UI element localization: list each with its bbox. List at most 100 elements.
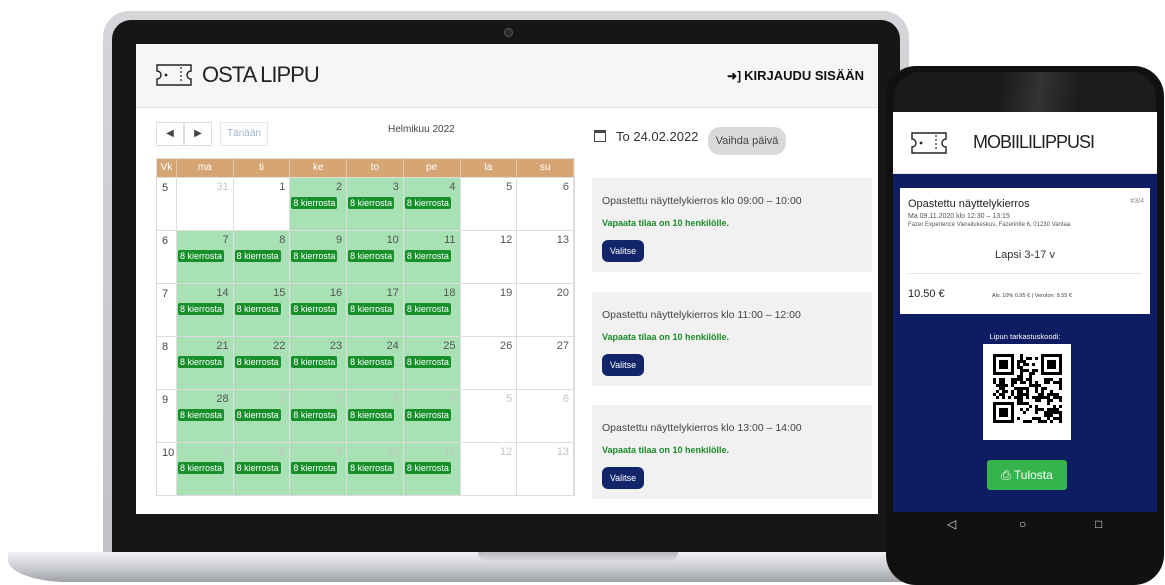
tour-count-badge[interactable]: 8 kierrosta (177, 409, 224, 421)
calendar-day[interactable]: 8 8 kierrosta (233, 231, 291, 283)
day-number: 26 (500, 340, 513, 352)
calendar-day[interactable]: 22 8 kierrosta (233, 337, 291, 389)
tour-count-badge[interactable]: 8 kierrosta (348, 197, 395, 209)
day-number: 10 (386, 234, 399, 246)
calendar-day: 27 (517, 337, 574, 389)
calendar-day[interactable]: 24 8 kierrosta (347, 337, 404, 389)
timeslot-availability: Vapaata tilaa on 10 henkilölle. (602, 218, 730, 228)
select-timeslot-button[interactable]: Valitse (602, 240, 644, 262)
day-number: 7 (222, 234, 229, 246)
calendar-day[interactable]: 23 8 kierrosta (290, 337, 348, 389)
tour-count-badge[interactable]: 8 kierrosta (404, 303, 451, 315)
ticket-card: Opastettu näyttelykierros #3/4 Ma 09.11.… (900, 188, 1150, 314)
tour-count-badge[interactable]: 8 kierrosta (234, 356, 281, 368)
tour-count-badge[interactable]: 8 kierrosta (404, 250, 451, 262)
calendar-day[interactable]: 2 8 kierrosta (290, 390, 348, 442)
tour-count-badge[interactable]: 8 kierrosta (234, 303, 281, 315)
printer-icon: ⎙ (1001, 468, 1011, 482)
print-button[interactable]: ⎙ Tulosta (987, 460, 1067, 490)
android-nav-bar: ◁ ○ □ (893, 512, 1157, 536)
tour-count-badge[interactable]: 8 kierrosta (291, 303, 338, 315)
tour-count-badge[interactable]: 8 kierrosta (234, 250, 281, 262)
calendar-day[interactable]: 3 8 kierrosta (347, 390, 404, 442)
week-number: 5 (157, 178, 177, 230)
tour-count-badge[interactable]: 8 kierrosta (234, 462, 281, 474)
day-number: 12 (500, 234, 513, 246)
tour-count-badge[interactable]: 8 kierrosta (291, 462, 338, 474)
calendar-icon (594, 130, 606, 142)
calendar-day[interactable]: 4 8 kierrosta (403, 390, 461, 442)
calendar-day[interactable]: 4 8 kierrosta (403, 178, 461, 230)
calendar-column-header: la (461, 159, 518, 177)
day-number: 23 (329, 340, 343, 352)
today-button[interactable]: Tänään (220, 122, 268, 146)
calendar-day[interactable]: 11 8 kierrosta (403, 231, 461, 283)
tour-count-badge[interactable]: 8 kierrosta (291, 197, 338, 209)
tour-count-badge[interactable]: 8 kierrosta (291, 356, 338, 368)
calendar-day[interactable]: 7 8 kierrosta (176, 443, 234, 495)
calendar-day[interactable]: 14 8 kierrosta (176, 284, 234, 336)
day-number: 12 (500, 446, 513, 458)
day-number: 17 (386, 287, 399, 299)
mobile-header: MOBIILILIPPUSI (893, 112, 1157, 174)
tour-count-badge[interactable]: 8 kierrosta (348, 250, 395, 262)
calendar-day[interactable]: 9 8 kierrosta (290, 443, 348, 495)
ticket-number: #3/4 (1130, 198, 1144, 205)
calendar-day[interactable]: 9 8 kierrosta (290, 231, 348, 283)
tour-count-badge[interactable]: 8 kierrosta (177, 303, 224, 315)
calendar-week-row: 10 7 8 kierrosta 8 8 kierrosta 9 8 kierrosta 10… (157, 442, 574, 495)
calendar-day[interactable]: 25 8 kierrosta (403, 337, 461, 389)
calendar-day[interactable]: 7 8 kierrosta (176, 231, 234, 283)
calendar-day[interactable]: 1 8 kierrosta (233, 390, 291, 442)
calendar-day[interactable]: 8 8 kierrosta (233, 443, 291, 495)
calendar-day[interactable]: 18 8 kierrosta (403, 284, 461, 336)
day-number: 9 (335, 446, 343, 458)
calendar-day: 12 (461, 443, 518, 495)
tour-count-badge[interactable]: 8 kierrosta (177, 356, 224, 368)
home-nav-icon[interactable]: ○ (1019, 512, 1026, 536)
day-number: 22 (273, 340, 286, 352)
tour-count-badge[interactable]: 8 kierrosta (404, 409, 451, 421)
tour-count-badge[interactable]: 8 kierrosta (404, 197, 451, 209)
calendar-day[interactable]: 17 8 kierrosta (347, 284, 404, 336)
divider (908, 273, 1142, 274)
calendar-day[interactable]: 3 8 kierrosta (347, 178, 404, 230)
day-number: 14 (216, 287, 229, 299)
tour-count-badge[interactable]: 8 kierrosta (348, 409, 395, 421)
day-number: 11 (444, 234, 456, 246)
prev-month-button[interactable]: ◀ (156, 122, 184, 146)
ticket-icon (911, 132, 947, 154)
tour-count-badge[interactable]: 8 kierrosta (177, 250, 224, 262)
select-timeslot-button[interactable]: Valitse (602, 354, 644, 376)
tour-count-badge[interactable]: 8 kierrosta (348, 462, 395, 474)
calendar-day[interactable]: 16 8 kierrosta (290, 284, 348, 336)
tour-count-badge[interactable]: 8 kierrosta (291, 409, 338, 421)
calendar-day: 5 (461, 178, 518, 230)
week-number: 10 (157, 443, 177, 495)
tour-count-badge[interactable]: 8 kierrosta (177, 462, 224, 474)
tour-count-badge[interactable]: 8 kierrosta (234, 409, 281, 421)
back-nav-icon[interactable]: ◁ (947, 512, 956, 536)
calendar-day[interactable]: 28 8 kierrosta (176, 390, 234, 442)
tour-count-badge[interactable]: 8 kierrosta (348, 356, 395, 368)
calendar-grid: Vk ma ti ke to pe la su 5 31 1 2 8 kierrosta 3 8 kier… (156, 158, 575, 496)
login-link[interactable]: ➜] KIRJAUDU SISÄÄN (727, 68, 864, 83)
recent-apps-icon[interactable]: □ (1095, 512, 1102, 536)
tour-count-badge[interactable]: 8 kierrosta (348, 303, 395, 315)
tour-count-badge[interactable]: 8 kierrosta (404, 462, 451, 474)
calendar-day[interactable]: 10 8 kierrosta (347, 443, 404, 495)
next-month-button[interactable]: ▶ (184, 122, 212, 146)
calendar-column-header: ti (234, 159, 291, 177)
calendar-day[interactable]: 21 8 kierrosta (176, 337, 234, 389)
calendar-day: 12 (461, 231, 518, 283)
calendar-day[interactable]: 15 8 kierrosta (233, 284, 291, 336)
calendar-day[interactable]: 10 8 kierrosta (347, 231, 404, 283)
calendar-column-header: ma (177, 159, 234, 177)
tour-count-badge[interactable]: 8 kierrosta (291, 250, 338, 262)
calendar-day[interactable]: 11 8 kierrosta (403, 443, 461, 495)
change-day-button[interactable]: Vaihda päivä (708, 127, 786, 155)
calendar-day[interactable]: 2 8 kierrosta (290, 178, 348, 230)
calendar-column-header: pe (404, 159, 461, 177)
tour-count-badge[interactable]: 8 kierrosta (404, 356, 451, 368)
select-timeslot-button[interactable]: Valitse (602, 467, 644, 489)
